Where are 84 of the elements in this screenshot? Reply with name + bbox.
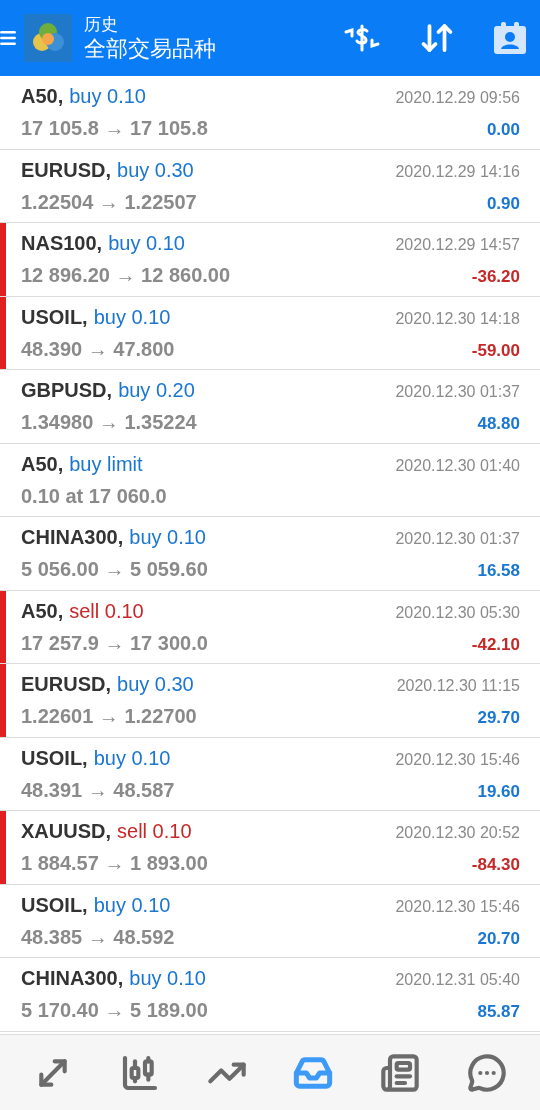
- symbol-label: NAS100,: [21, 231, 103, 257]
- deal-time: 2020.12.30 15:46: [395, 896, 520, 917]
- header-subtitle: 全部交易品种: [84, 34, 216, 63]
- price-range: 48.385 → 48.592: [21, 924, 175, 950]
- app-logo-icon: [24, 14, 72, 62]
- deal-time: 2020.12.30 01:37: [395, 382, 520, 403]
- deal-row[interactable]: USOIL, buy 0.10 2020.12.30 15:46 48.385 → 48.592 20.70: [0, 884, 540, 958]
- deal-time: 2020.12.30 01:37: [395, 529, 520, 550]
- symbol-label: USOIL,: [21, 892, 88, 918]
- deal-time: 2020.12.29 14:57: [395, 235, 520, 256]
- profit-value: 29.70: [477, 707, 520, 730]
- symbol-label: A50,: [21, 598, 64, 624]
- header-title: 历史: [84, 13, 119, 35]
- profit-value: 16.58: [477, 560, 520, 583]
- profit-value: 85.87: [477, 1001, 520, 1024]
- deal-time: 2020.12.30 05:30: [395, 602, 520, 623]
- symbol-label: USOIL,: [21, 304, 88, 330]
- deal-row[interactable]: GBPUSD, buy 0.20 2020.12.30 01:37 1.34980 → 1.35224 48.80: [0, 370, 540, 444]
- order-label: buy 0.30: [117, 672, 194, 698]
- symbol-label: EURUSD,: [21, 672, 111, 698]
- price-range: 5 056.00 → 5 059.60: [21, 557, 208, 583]
- deal-time: 2020.12.29 09:56: [395, 88, 520, 109]
- order-label: buy 0.10: [69, 84, 146, 110]
- price-range: 0.10 at 17 060.0: [21, 483, 167, 509]
- price-range: 1.22601 → 1.22700: [21, 704, 197, 730]
- profit-value: 48.80: [477, 413, 520, 436]
- profit-value: -59.00: [471, 339, 520, 362]
- profit-value: 19.60: [477, 780, 520, 803]
- deal-time: 2020.12.31 05:40: [395, 970, 520, 991]
- order-label: buy 0.10: [108, 231, 185, 257]
- price-range: 48.390 → 47.800: [21, 336, 175, 362]
- deal-row[interactable]: USOIL, buy 0.10 2020.12.30 15:46 48.391 → 48.587 19.60: [0, 737, 540, 811]
- order-label: buy 0.10: [129, 966, 206, 992]
- profit-value: -84.30: [471, 854, 520, 877]
- symbol-label: EURUSD,: [21, 157, 111, 183]
- price-range: 12 896.20 → 12 860.00: [21, 263, 231, 289]
- order-label: buy 0.10: [93, 304, 171, 330]
- price-range: 17 105.8 → 17 105.8: [21, 116, 208, 142]
- profit-value: -36.20: [471, 266, 520, 289]
- order-label: sell 0.10: [69, 598, 144, 624]
- deal-time: 2020.12.30 14:18: [395, 308, 520, 329]
- order-label: buy limit: [69, 451, 143, 477]
- deal-row[interactable]: CHINA300, buy 0.10 2020.12.31 05:40 5 170.40 → 5 189.00 85.87: [0, 958, 540, 1032]
- profit-value: 0.00: [486, 119, 520, 142]
- deal-time: 2020.12.30 01:40: [395, 455, 520, 476]
- deal-row[interactable]: A50, buy 0.10 2020.12.29 09:56 17 105.8 → 17 105.8 0.00: [0, 76, 540, 150]
- deal-time: 2020.12.30 20:52: [395, 823, 520, 844]
- price-range: 1 884.57 → 1 893.00: [21, 851, 208, 877]
- symbol-label: A50,: [21, 451, 64, 477]
- deal-row[interactable]: USOIL, buy 0.10 2020.12.30 14:18 48.390 → 47.800 -59.00: [0, 296, 540, 370]
- symbol-label: GBPUSD,: [21, 378, 113, 404]
- newspaper-icon[interactable]: [379, 1052, 420, 1093]
- deal-row[interactable]: A50, sell 0.10 2020.12.30 05:30 17 257.9 → 17 300.0 -42.10: [0, 590, 540, 664]
- symbol-label: CHINA300,: [21, 525, 124, 551]
- deal-time: 2020.12.29 14:16: [395, 161, 520, 182]
- price-range: 17 257.9 → 17 300.0: [21, 630, 208, 656]
- deal-row[interactable]: EURUSD, buy 0.30 2020.12.29 14:16 1.22504 → 1.22507 0.90: [0, 149, 540, 223]
- order-label: buy 0.10: [93, 892, 171, 918]
- deal-row[interactable]: EURUSD, buy 0.30 2020.12.30 11:15 1.22601 → 1.22700 29.70: [0, 664, 540, 738]
- price-range: 5 170.40 → 5 189.00: [21, 998, 208, 1024]
- symbol-label: A50,: [21, 84, 64, 110]
- order-label: buy 0.20: [118, 378, 195, 404]
- deal-row[interactable]: CHINA300, buy 0.10 2020.12.30 01:37 5 056.00 → 5 059.60 16.58: [0, 517, 540, 591]
- price-range: 1.34980 → 1.35224: [21, 410, 197, 436]
- deal-time: 2020.12.30 15:46: [395, 749, 520, 770]
- order-label: buy 0.30: [117, 157, 194, 183]
- profit-value: 20.70: [477, 927, 520, 950]
- symbol-label: XAUUSD,: [21, 819, 111, 845]
- dollar-exchange-icon[interactable]: [342, 22, 382, 54]
- deal-row[interactable]: NAS100, buy 0.10 2020.12.29 14:57 12 896.20 → 12 860.00 -36.20: [0, 223, 540, 297]
- symbol-label: CHINA300,: [21, 966, 124, 992]
- order-label: buy 0.10: [93, 745, 171, 771]
- deal-time: 2020.12.30 11:15: [396, 676, 520, 697]
- price-range: 48.391 → 48.587: [21, 777, 175, 803]
- chat-bubble-icon[interactable]: [466, 1052, 507, 1093]
- profit-value: -42.10: [471, 633, 520, 656]
- contact-card-icon[interactable]: [492, 19, 528, 57]
- order-label: sell 0.10: [117, 819, 192, 845]
- profit-value: 0.90: [486, 192, 520, 215]
- deal-row[interactable]: XAUUSD, sell 0.10 2020.12.30 20:52 1 884.57 → 1 893.00 -84.30: [0, 811, 540, 885]
- price-range: 1.22504 → 1.22507: [21, 189, 197, 215]
- symbol-label: USOIL,: [21, 745, 88, 771]
- deal-row[interactable]: A50, buy limit 2020.12.30 01:40 0.10 at 17 060.0: [0, 443, 540, 517]
- order-label: buy 0.10: [129, 525, 206, 551]
